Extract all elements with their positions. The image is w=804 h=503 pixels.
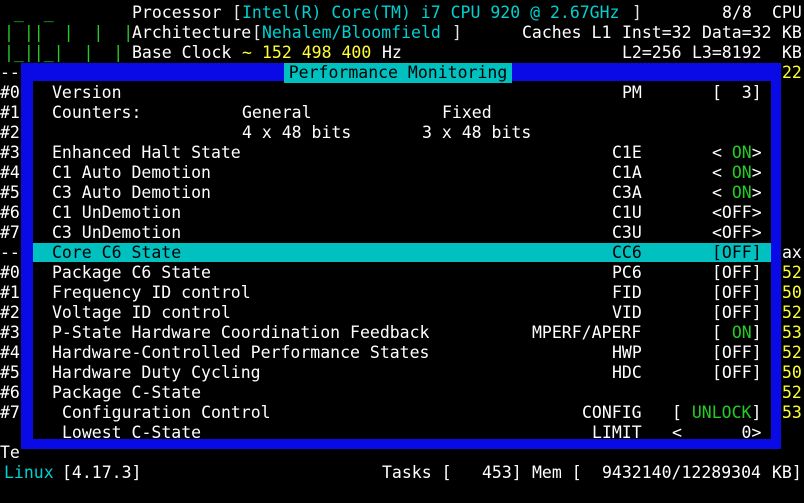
- architecture-value: Nehalem/Bloomfield: [262, 23, 441, 42]
- general-counters: 4 x 48 bits: [242, 123, 352, 142]
- counters-values-row: 4 x 48 bits 3 x 48 bits: [0, 123, 804, 143]
- setting-row-vid[interactable]: Voltage ID control VID [OFF]: [0, 303, 804, 323]
- setting-row-cc6-selected[interactable]: Core C6 State CC6 [OFF]: [33, 243, 771, 262]
- version-row: Version PM [ 3]: [52, 83, 762, 102]
- setting-row-c1a[interactable]: C1 Auto Demotion C1A < ON>: [0, 163, 804, 183]
- setting-row-config[interactable]: Configuration Control CONFIG [ UNLOCK]: [0, 403, 804, 423]
- header-row-processor: _ _ Processor [ Intel(R) Core(TM) i7 CPU…: [4, 3, 802, 22]
- setting-row-fid[interactable]: Frequency ID control FID [OFF]: [0, 283, 804, 303]
- mem-value: 9432140/12289304: [602, 463, 761, 482]
- os-name: Linux: [4, 463, 54, 482]
- setting-row-c3u[interactable]: C3 UnDemotion C3U <OFF>: [0, 223, 804, 243]
- cache-data: Data=32: [702, 23, 772, 42]
- cpu-count: 8/8: [722, 3, 752, 22]
- status-bar: Linux [4.17.3] Tasks [ 453] Mem [ 943214…: [0, 462, 804, 484]
- setting-row-hdc[interactable]: Hardware Duty Cycling HDC [OFF]: [0, 363, 804, 383]
- base-clock-value: 152 498 400: [262, 43, 372, 62]
- tasks-label: Tasks [: [382, 463, 452, 482]
- tasks-value: 453]: [482, 463, 522, 482]
- cpu-label: CPU: [772, 3, 802, 22]
- base-clock-label: Base Clock: [132, 43, 232, 62]
- package-cstate-header: Package C-State: [52, 383, 202, 402]
- fixed-counters: 3 x 48 bits: [422, 123, 532, 142]
- setting-row-mperf[interactable]: P-State Hardware Coordination Feedback M…: [0, 323, 804, 343]
- version-value: [ 3]: [712, 83, 762, 102]
- setting-row-pc6[interactable]: Package C6 State PC6 [OFF]: [0, 263, 804, 283]
- setting-row-c1e[interactable]: Enhanced Halt State C1E < ON>: [0, 143, 804, 163]
- cache-l2: L2=256: [622, 43, 682, 62]
- counters-row: Counters: General Fixed: [52, 103, 492, 122]
- setting-row-c1u[interactable]: C1 UnDemotion C1U <OFF>: [0, 203, 804, 223]
- header-row-architecture: | || | | | Architecture [ Nehalem/Bloomf…: [4, 23, 802, 42]
- architecture-label: Architecture: [132, 23, 252, 42]
- processor-value: Intel(R) Core(TM) i7 CPU 920 @ 2.67GHz: [242, 3, 620, 22]
- setting-row-c3a[interactable]: C3 Auto Demotion C3A < ON>: [0, 183, 804, 203]
- cache-l3: L3=8192: [692, 43, 762, 62]
- processor-label: Processor: [132, 3, 222, 22]
- dialog-title: Performance Monitoring: [284, 63, 512, 83]
- setting-row-hwp[interactable]: Hardware-Controlled Performance States H…: [0, 343, 804, 363]
- mem-label: Mem [: [532, 463, 582, 482]
- header-row-baseclock: |_||_| | | Base Clock ~ 152 498 400 Hz L…: [4, 43, 802, 62]
- caches-label: Caches L1: [522, 23, 612, 42]
- activity-bars: _ _: [4, 3, 54, 22]
- cache-inst: Inst=32: [622, 23, 692, 42]
- kernel-version: [4.17.3]: [62, 463, 142, 482]
- setting-row-limit[interactable]: Lowest C-State LIMIT < 0>: [0, 423, 804, 443]
